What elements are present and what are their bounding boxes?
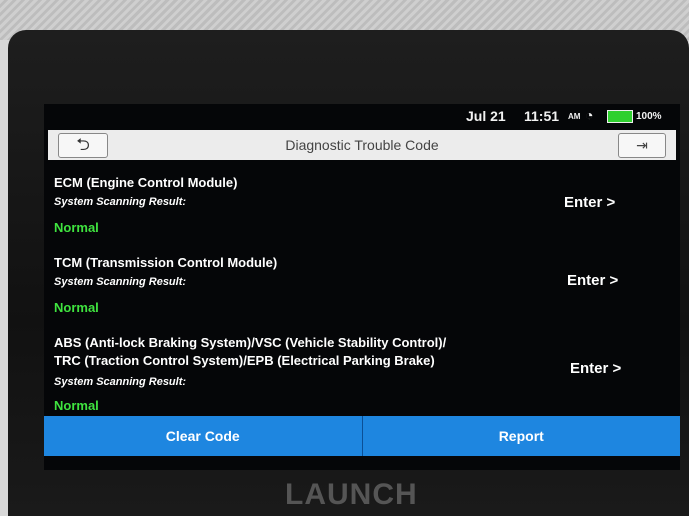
report-button[interactable]: Report — [363, 416, 681, 456]
clear-code-button[interactable]: Clear Code — [44, 416, 362, 456]
system-name: ECM (Engine Control Module) — [54, 175, 238, 190]
status-ampm: AM — [568, 112, 581, 121]
scan-result-label: System Scanning Result: — [54, 196, 187, 208]
scan-status: Normal — [54, 220, 99, 235]
screen: Jul 21 11:51 AM ◔ 100% Diagnostic Troubl… — [44, 104, 680, 470]
page-title: Diagnostic Trouble Code — [285, 137, 439, 153]
scan-status: Normal — [54, 300, 99, 315]
status-bar: Jul 21 11:51 AM ◔ 100% — [44, 104, 680, 128]
brand-logo: LAUNCH — [285, 478, 418, 511]
enter-button[interactable]: Enter > — [570, 360, 621, 377]
exit-button[interactable]: ⇥ — [618, 133, 666, 158]
enter-button[interactable]: Enter > — [567, 272, 618, 289]
back-arrow-icon: ⮌ — [76, 135, 90, 154]
action-bar: Clear Code Report — [44, 416, 680, 456]
system-name: TCM (Transmission Control Module) — [54, 255, 278, 270]
list-item-abs[interactable]: ABS (Anti-lock Braking System)/VSC (Vehi… — [44, 334, 680, 416]
exit-icon: ⇥ — [636, 137, 648, 153]
title-bar: Diagnostic Trouble Code ⮌ ⇥ — [48, 130, 676, 160]
system-name-line1: ABS (Anti-lock Braking System)/VSC (Vehi… — [54, 335, 447, 350]
status-time: 11:51 — [524, 108, 560, 124]
battery-icon — [607, 110, 633, 123]
list-item-ecm[interactable]: ECM (Engine Control Module) System Scann… — [44, 174, 680, 240]
scan-result-label: System Scanning Result: — [54, 376, 187, 388]
system-name-line2: TRC (Traction Control System)/EPB (Elect… — [54, 353, 435, 368]
status-date: Jul 21 — [466, 108, 506, 124]
enter-button[interactable]: Enter > — [564, 194, 615, 211]
scan-result-label: System Scanning Result: — [54, 276, 187, 288]
back-button[interactable]: ⮌ — [58, 133, 108, 158]
list-item-tcm[interactable]: TCM (Transmission Control Module) System… — [44, 254, 680, 320]
wifi-icon: ◔ — [585, 107, 594, 123]
battery-percent: 100% — [636, 111, 662, 122]
scan-status: Normal — [54, 398, 99, 413]
